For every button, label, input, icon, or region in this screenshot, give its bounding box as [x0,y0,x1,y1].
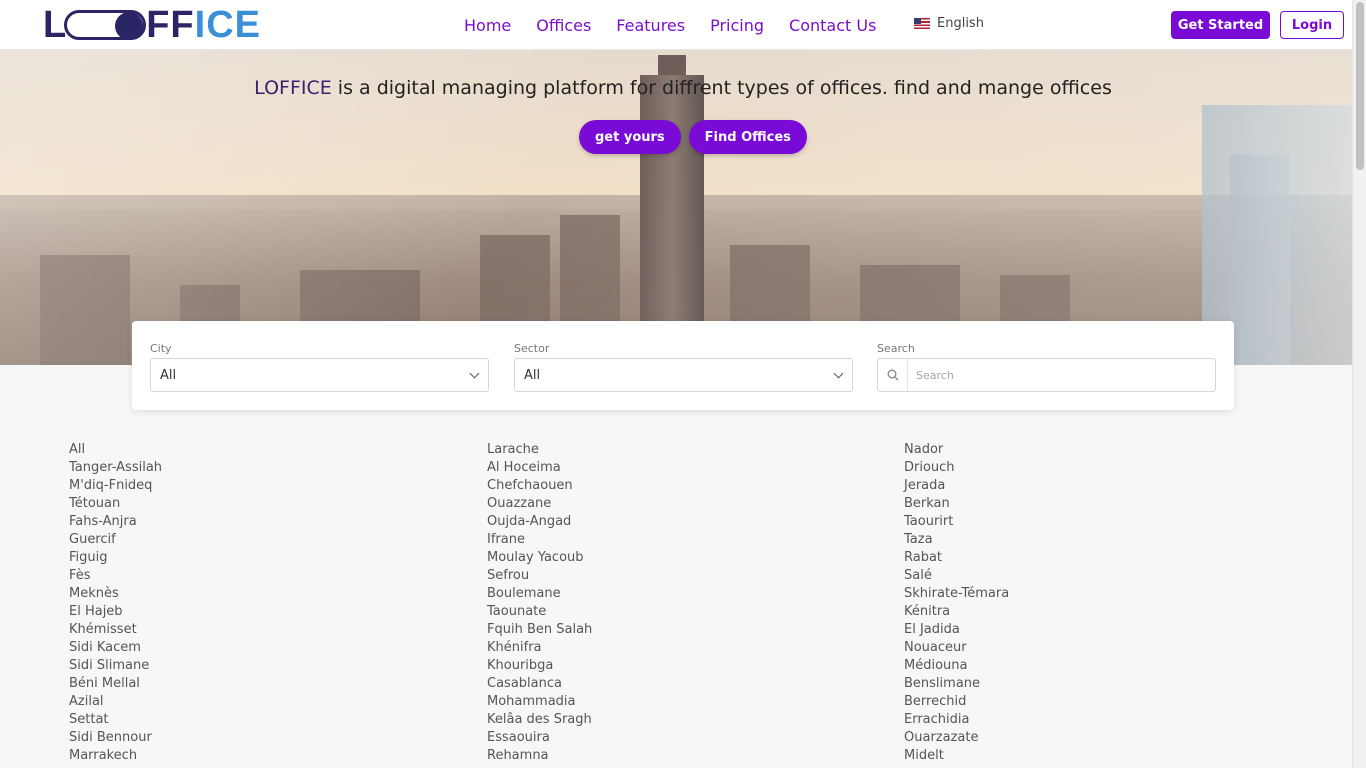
city-link[interactable]: Jerada [904,477,1009,495]
loffice-logo[interactable]: L FFICE [43,6,265,44]
city-select[interactable]: All [150,358,489,392]
city-link[interactable]: Chefchaouen [487,477,592,495]
city-link[interactable]: Mohammadia [487,693,592,711]
city-link[interactable]: Khémisset [69,621,162,639]
city-link[interactable]: Casablanca [487,675,592,693]
city-link[interactable]: Fquih Ben Salah [487,621,592,639]
city-link[interactable]: Skhirate-Témara [904,585,1009,603]
search-input[interactable] [908,359,1208,391]
city-link[interactable]: Larache [487,441,592,459]
login-button[interactable]: Login [1280,11,1344,39]
nav-offices[interactable]: Offices [536,16,591,35]
nav-pricing[interactable]: Pricing [710,16,764,35]
sector-select[interactable]: All [514,358,853,392]
city-link[interactable]: Benslimane [904,675,1009,693]
city-link[interactable]: Sidi Slimane [69,657,162,675]
us-flag-icon [914,18,930,29]
city-link[interactable]: Béni Mellal [69,675,162,693]
search-filter: Search [877,342,1216,392]
city-link[interactable]: Oujda-Angad [487,513,592,531]
language-selector[interactable]: English [914,16,984,31]
city-link[interactable]: Sefrou [487,567,592,585]
sector-select-value: All [524,367,541,383]
city-link[interactable]: Berkan [904,495,1009,513]
city-link[interactable]: Moulay Yacoub [487,549,592,567]
city-column-2: Larache Al Hoceima Chefchaouen Ouazzane … [487,441,592,765]
city-link[interactable]: Ouarzazate [904,729,1009,747]
nav-features[interactable]: Features [616,16,685,35]
sector-filter: Sector All [514,342,853,392]
hero-tagline-text: is a digital managing platform for diffr… [331,77,1112,99]
city-link[interactable]: Khénifra [487,639,592,657]
city-link[interactable]: All [69,441,162,459]
scrollbar-thumb[interactable] [1356,2,1364,170]
city-link[interactable]: Figuig [69,549,162,567]
top-navbar: L FFICE Home Offices Features Pricing Co… [0,0,1352,50]
city-link[interactable]: Azilal [69,693,162,711]
get-started-button[interactable]: Get Started [1171,11,1270,39]
city-link[interactable]: Boulemane [487,585,592,603]
city-link[interactable]: Essaouira [487,729,592,747]
city-link[interactable]: Salé [904,567,1009,585]
city-filter: City All [150,342,489,392]
city-select-value: All [160,367,177,383]
page-scrollbar[interactable] [1352,0,1366,768]
city-link[interactable]: Meknès [69,585,162,603]
city-link[interactable]: Errachidia [904,711,1009,729]
get-yours-button[interactable]: get yours [579,120,681,154]
city-link[interactable]: Tétouan [69,495,162,513]
city-link[interactable]: Rehamna [487,747,592,765]
city-column-3: Nador Driouch Jerada Berkan Taourirt Taz… [904,441,1009,765]
hero-buttons: get yours Find Offices [579,120,815,154]
city-link[interactable]: Nador [904,441,1009,459]
city-link[interactable]: Khouribga [487,657,592,675]
city-link[interactable]: M'diq-Fnideq [69,477,162,495]
city-link[interactable]: Settat [69,711,162,729]
chevron-down-icon [833,368,844,378]
city-link[interactable]: Ifrane [487,531,592,549]
city-link[interactable]: El Hajeb [69,603,162,621]
city-link[interactable]: Sidi Kacem [69,639,162,657]
city-link[interactable]: Midelt [904,747,1009,765]
city-link[interactable]: Kelâa des Sragh [487,711,592,729]
language-label: English [937,16,984,31]
city-link[interactable]: Driouch [904,459,1009,477]
toggle-logo-icon [64,10,147,40]
city-link[interactable]: Taza [904,531,1009,549]
city-link[interactable]: Ouazzane [487,495,592,513]
nav-contact-us[interactable]: Contact Us [789,16,876,35]
city-link[interactable]: Fahs-Anjra [69,513,162,531]
city-link[interactable]: Nouaceur [904,639,1009,657]
city-label: City [150,342,172,355]
hero-brand: LOFFICE [254,77,332,99]
nav-home[interactable]: Home [464,16,511,35]
filter-card: City All Sector All Search [132,321,1234,410]
city-link[interactable]: Al Hoceima [487,459,592,477]
city-link[interactable]: Berrechid [904,693,1009,711]
city-link[interactable]: Médiouna [904,657,1009,675]
find-offices-button[interactable]: Find Offices [688,120,807,154]
city-link[interactable]: Kénitra [904,603,1009,621]
city-link[interactable]: Rabat [904,549,1009,567]
city-link[interactable]: Taounate [487,603,592,621]
city-link[interactable]: Tanger-Assilah [69,459,162,477]
city-link[interactable]: Taourirt [904,513,1009,531]
city-link[interactable]: Fès [69,567,162,585]
city-link[interactable]: Guercif [69,531,162,549]
main-nav: Home Offices Features Pricing Contact Us [464,0,901,50]
city-link[interactable]: El Jadida [904,621,1009,639]
search-icon [878,359,908,391]
city-column-1: All Tanger-Assilah M'diq-Fnideq Tétouan … [69,441,162,765]
city-link[interactable]: Sidi Bennour [69,729,162,747]
search-box [877,358,1216,392]
chevron-down-icon [469,368,480,378]
sector-label: Sector [514,342,550,355]
city-link[interactable]: Marrakech [69,747,162,765]
search-label: Search [877,342,915,355]
hero-tagline: LOFFICE is a digital managing platform f… [0,77,1366,99]
